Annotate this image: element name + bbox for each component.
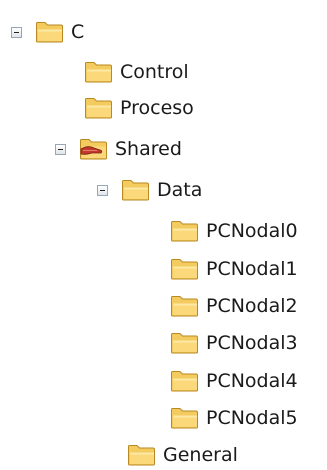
tree-node-shared[interactable]: Shared	[55, 134, 183, 164]
tree-node-pcnodal3[interactable]: PCNodal3	[170, 328, 299, 358]
folder-icon	[84, 61, 113, 83]
shared-folder-icon	[79, 138, 108, 160]
folder-icon	[35, 21, 64, 43]
tree-node-label: C	[71, 21, 85, 43]
tree-node-pcnodal5[interactable]: PCNodal5	[170, 403, 299, 433]
tree-node-label: PCNodal0	[206, 220, 298, 242]
tree-node-general[interactable]: General	[127, 440, 239, 470]
tree-node-label: Proceso	[120, 97, 194, 119]
folder-icon	[170, 370, 199, 392]
tree-node-label: PCNodal1	[206, 258, 298, 280]
folder-tree: C Control Proceso Shared Data PCNodal0 P…	[0, 0, 327, 470]
folder-icon	[170, 220, 199, 242]
folder-icon	[121, 179, 150, 201]
folder-icon	[170, 258, 199, 280]
collapse-icon[interactable]	[97, 184, 108, 196]
tree-node-pcnodal1[interactable]: PCNodal1	[170, 254, 299, 284]
folder-icon	[170, 332, 199, 354]
folder-icon	[170, 407, 199, 429]
tree-node-proceso[interactable]: Proceso	[84, 93, 195, 123]
tree-node-label: PCNodal4	[206, 370, 298, 392]
tree-node-label: PCNodal3	[206, 332, 298, 354]
tree-node-c[interactable]: C	[11, 17, 85, 47]
folder-icon	[170, 295, 199, 317]
tree-node-label: PCNodal5	[206, 407, 298, 429]
tree-node-data[interactable]: Data	[97, 175, 203, 205]
tree-node-label: Shared	[115, 138, 182, 160]
tree-node-label: Control	[120, 61, 189, 83]
collapse-icon[interactable]	[55, 143, 66, 155]
tree-node-pcnodal0[interactable]: PCNodal0	[170, 216, 299, 246]
folder-icon	[84, 97, 113, 119]
tree-node-pcnodal2[interactable]: PCNodal2	[170, 291, 299, 321]
tree-node-label: General	[163, 444, 238, 466]
tree-node-pcnodal4[interactable]: PCNodal4	[170, 366, 299, 396]
tree-node-label: Data	[157, 179, 203, 201]
tree-node-control[interactable]: Control	[84, 57, 190, 87]
collapse-icon[interactable]	[11, 26, 22, 38]
folder-icon	[127, 444, 156, 466]
tree-node-label: PCNodal2	[206, 295, 298, 317]
